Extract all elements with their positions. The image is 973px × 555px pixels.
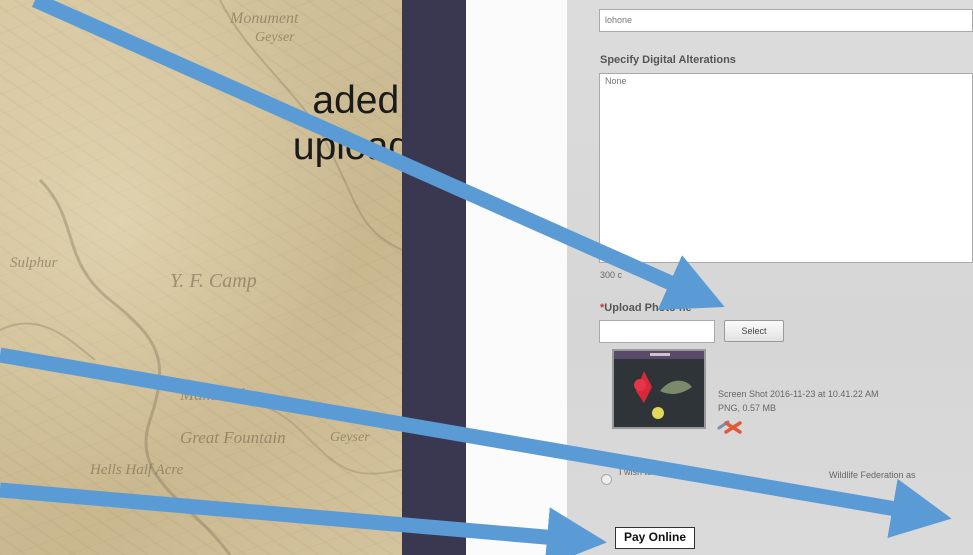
map-label: Mammoth xyxy=(180,385,249,404)
map-label: Geyser xyxy=(255,30,295,45)
map-label: Y. F. Camp xyxy=(170,270,257,292)
map-label: Monument xyxy=(230,10,299,27)
sidebar-band xyxy=(402,0,466,555)
file-meta: PNG, 0.57 MB xyxy=(718,403,777,413)
donate-checkbox[interactable] xyxy=(601,474,612,485)
alterations-label: Specify Digital Alterations xyxy=(600,54,736,66)
remove-file-icon[interactable] xyxy=(716,416,746,436)
name-field[interactable]: lohone xyxy=(599,9,973,32)
alterations-textarea[interactable]: None xyxy=(599,73,973,263)
callout-line-1: aded, xyxy=(312,79,410,122)
hummingbird-photo-icon xyxy=(614,351,704,427)
callout-text: aded, upload xyxy=(120,78,410,170)
map-label: Lake xyxy=(25,485,55,501)
donate-text-left: I wish to donate xyxy=(619,467,683,477)
uploaded-photo-thumbnail xyxy=(612,349,706,429)
map-label: Hells Half Acre xyxy=(90,462,184,478)
upload-label: *Upload Photo he xyxy=(600,302,692,314)
char-count: 300 c xyxy=(600,270,623,280)
map-label: Geyser xyxy=(330,430,370,445)
callout-line-2: upload xyxy=(292,125,410,168)
select-button[interactable]: Select xyxy=(724,320,784,342)
upload-file-input[interactable] xyxy=(599,320,715,343)
pay-online-button[interactable]: Pay Online xyxy=(615,527,695,549)
map-label: Sulphur xyxy=(10,255,58,271)
donate-text-right: Wildlife Federation as xyxy=(829,470,916,480)
page-margin xyxy=(466,0,567,555)
upload-label-text: Upload Photo he xyxy=(604,302,692,314)
form-panel: lohone Specify Digital Alterations None … xyxy=(567,0,973,555)
file-name: Screen Shot 2016-11-23 at 10.41.22 AM xyxy=(718,389,879,399)
map-label: Great Fountain xyxy=(180,428,286,447)
